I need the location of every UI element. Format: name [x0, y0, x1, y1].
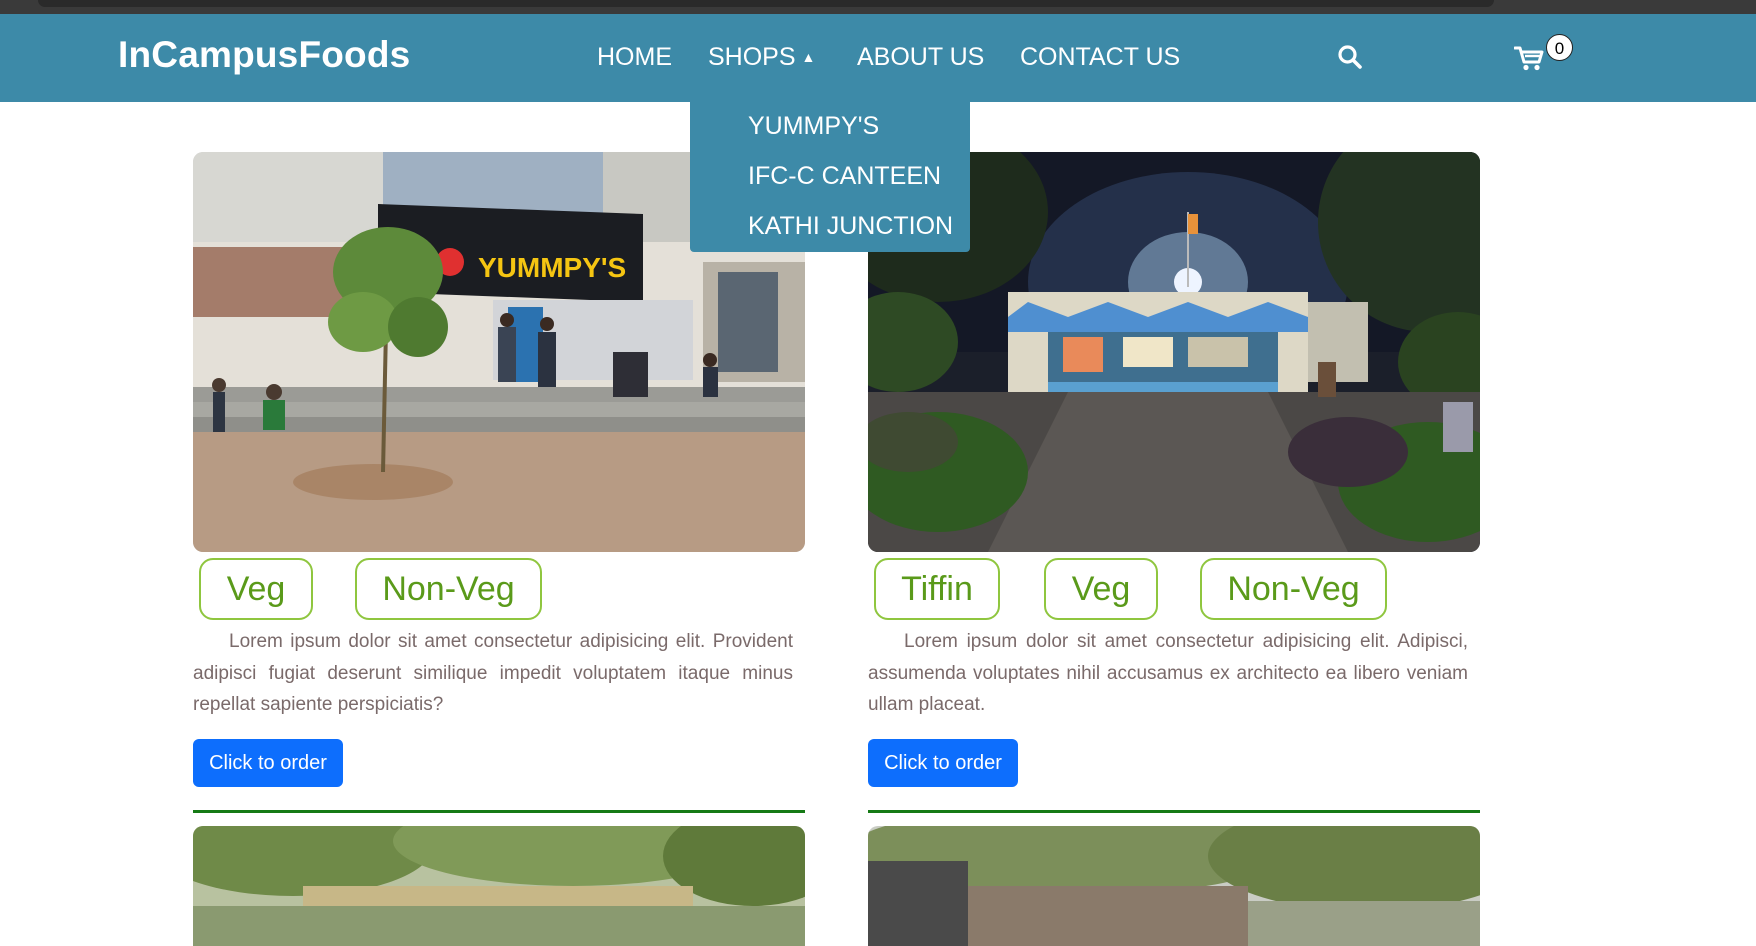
- nav-home[interactable]: HOME: [597, 45, 672, 70]
- shop-description: Lorem ipsum dolor sit amet consectetur a…: [868, 631, 1468, 715]
- dropdown-item-yummpys[interactable]: YUMMPY'S: [748, 114, 879, 139]
- click-to-order-button[interactable]: Click to order: [868, 739, 1018, 787]
- nav-home-label: HOME: [597, 43, 672, 71]
- shop-photo-next: [868, 826, 1480, 946]
- tag-veg[interactable]: Veg: [1044, 558, 1158, 620]
- dropdown-item-ifc-c-canteen[interactable]: IFC-C CANTEEN: [748, 164, 941, 189]
- click-to-order-button[interactable]: Click to order: [193, 739, 343, 787]
- tag-non-veg[interactable]: Non-Veg: [1200, 558, 1387, 620]
- tag-veg[interactable]: Veg: [199, 558, 313, 620]
- section-divider: [193, 810, 805, 813]
- nav-about-us[interactable]: ABOUT US: [857, 45, 984, 70]
- browser-tab-edge: [38, 0, 1494, 7]
- shop-photo-next: [193, 826, 805, 946]
- nav-shops-label: SHOPS: [708, 43, 796, 71]
- tag-tiffin[interactable]: Tiffin: [874, 558, 1000, 620]
- navbar: InCampusFoods HOME SHOPS ▲ ABOUT US CONTA…: [0, 14, 1756, 102]
- nav-contact-label: CONTACT US: [1020, 43, 1181, 71]
- brand-logo-text[interactable]: InCampusFoods: [118, 36, 410, 73]
- shop-description: Lorem ipsum dolor sit amet consectetur a…: [193, 631, 793, 715]
- cart-icon[interactable]: [1513, 44, 1546, 72]
- cart-count-badge: 0: [1546, 34, 1573, 61]
- nav-about-label: ABOUT US: [857, 43, 985, 71]
- nav-shops[interactable]: SHOPS ▲: [708, 45, 815, 70]
- browser-top-strip: [0, 0, 1756, 14]
- yummpys-sign-text: YUMMPY'S: [478, 252, 626, 283]
- chevron-up-icon: ▲: [801, 49, 816, 65]
- dropdown-item-kathi-junction[interactable]: KATHI JUNCTION: [748, 214, 953, 239]
- section-divider: [868, 810, 1480, 813]
- shops-dropdown-menu: YUMMPY'S IFC-C CANTEEN KATHI JUNCTION: [690, 102, 970, 252]
- nav-contact-us[interactable]: CONTACT US: [1020, 45, 1180, 70]
- search-icon[interactable]: [1337, 44, 1363, 70]
- tag-non-veg[interactable]: Non-Veg: [355, 558, 542, 620]
